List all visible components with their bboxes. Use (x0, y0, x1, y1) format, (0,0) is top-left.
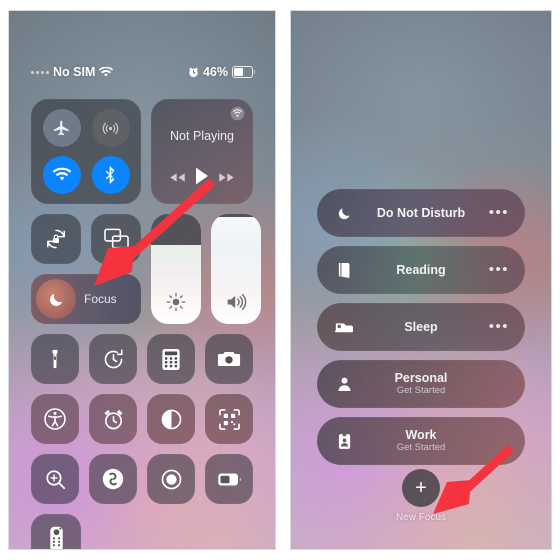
brightness-slider[interactable] (151, 214, 201, 324)
dark-mode-icon (161, 409, 181, 429)
moon-icon (333, 206, 355, 221)
qr-code-scanner-icon (218, 408, 240, 430)
alarm-button[interactable] (89, 394, 137, 444)
bed-icon (333, 320, 355, 334)
calculator-button[interactable] (147, 334, 195, 384)
signal-dots-icon (31, 70, 49, 74)
media-player-module[interactable]: Not Playing (151, 99, 253, 204)
new-focus-button[interactable]: + (402, 469, 440, 507)
control-center: Not Playing Focus (9, 99, 275, 549)
focus-row-sleep[interactable]: Sleep ••• (317, 303, 525, 351)
airplay-icon[interactable] (230, 106, 245, 121)
accessibility-button[interactable] (31, 394, 79, 444)
right-phone-screenshot: Do Not Disturb ••• Reading ••• Sleep •••… (290, 10, 552, 550)
focus-row-do-not-disturb[interactable]: Do Not Disturb ••• (317, 189, 525, 237)
focus-modes-list: Do Not Disturb ••• Reading ••• Sleep •••… (291, 189, 551, 474)
brightness-icon-wrap (151, 292, 201, 312)
focus-row-more-button[interactable]: ••• (489, 205, 509, 220)
shazam-icon (102, 468, 124, 490)
shortcut-row-4 (31, 514, 253, 549)
volume-icon (227, 293, 247, 311)
new-focus-group: + New Focus (291, 469, 551, 523)
shazam-button[interactable] (89, 454, 137, 504)
low-power-mode-icon (217, 473, 241, 485)
focus-row-work[interactable]: Work Get Started (317, 417, 525, 465)
toggle-row (31, 214, 141, 264)
low-power-mode-button[interactable] (205, 454, 253, 504)
left-phone-screenshot: No SIM 46% Not Playing Focus (8, 10, 276, 550)
bluetooth-icon (105, 165, 115, 184)
connectivity-module[interactable] (31, 99, 141, 204)
cellular-data-button[interactable] (91, 109, 130, 148)
qr-scanner-button[interactable] (205, 394, 253, 444)
timer-icon (104, 348, 123, 368)
fast-forward-button[interactable] (218, 170, 235, 188)
focus-row-more-button[interactable]: ••• (489, 319, 509, 334)
screen-mirroring-icon (103, 228, 129, 249)
rotation-lock-button[interactable] (31, 214, 81, 264)
focus-tile[interactable]: Focus (31, 274, 141, 324)
wifi-icon (99, 66, 114, 77)
magnifier-icon (45, 469, 65, 489)
magnifier-button[interactable] (31, 454, 79, 504)
bluetooth-button[interactable] (91, 155, 130, 194)
new-focus-label: New Focus (395, 512, 446, 523)
timer-button[interactable] (89, 334, 137, 384)
screen-mirroring-button[interactable] (91, 214, 141, 264)
brightness-icon (166, 292, 186, 312)
cc-left-column: Focus (31, 214, 141, 324)
media-transport-controls (151, 167, 253, 190)
moon-icon (49, 293, 62, 306)
focus-row-personal[interactable]: Personal Get Started (317, 360, 525, 408)
focus-orb (36, 279, 76, 319)
person-icon (333, 376, 355, 392)
volume-icon-wrap (211, 292, 261, 312)
rewind-button[interactable] (169, 170, 186, 188)
alarm-clock-icon (103, 409, 123, 429)
dark-mode-button[interactable] (147, 394, 195, 444)
focus-tile-label: Focus (84, 292, 117, 306)
battery-icon (232, 66, 256, 78)
book-icon (333, 262, 355, 279)
calculator-icon (162, 348, 180, 370)
status-bar: No SIM 46% (9, 61, 275, 83)
brightness-fill (151, 244, 201, 324)
camera-button[interactable] (205, 334, 253, 384)
focus-row-reading[interactable]: Reading ••• (317, 246, 525, 294)
screenshot-root: No SIM 46% Not Playing Focus Do Not Dist… (0, 0, 560, 560)
battery-percent-label: 46% (202, 65, 228, 79)
shortcut-row-2 (31, 394, 253, 444)
rotation-lock-icon (47, 229, 65, 249)
play-button[interactable] (195, 167, 209, 190)
shortcut-row-1 (31, 334, 253, 384)
camera-icon (217, 351, 241, 367)
rewind-icon (170, 172, 186, 182)
sliders-group (151, 214, 261, 324)
id-badge-icon (333, 432, 355, 450)
flashlight-icon (52, 349, 58, 369)
airplane-mode-icon (53, 120, 69, 135)
wifi-icon (52, 167, 71, 181)
screen-record-button[interactable] (147, 454, 195, 504)
flashlight-button[interactable] (31, 334, 79, 384)
apple-tv-remote-button[interactable] (31, 514, 81, 549)
fast-forward-icon (218, 172, 234, 182)
screen-record-icon (161, 469, 181, 489)
shortcut-row-3 (31, 454, 253, 504)
now-playing-label: Not Playing (170, 129, 234, 143)
cc-row-top: Not Playing (31, 99, 253, 204)
wifi-button[interactable] (42, 155, 81, 194)
carrier-label: No SIM (53, 65, 96, 79)
airplane-mode-button[interactable] (42, 109, 81, 148)
apple-tv-remote-icon (49, 526, 63, 549)
play-icon (195, 167, 208, 185)
cc-row-middle: Focus (31, 214, 261, 324)
cellular-data-icon (102, 122, 119, 134)
alarm-icon (189, 67, 198, 77)
accessibility-icon (44, 408, 66, 430)
volume-slider[interactable] (211, 214, 261, 324)
focus-row-more-button[interactable]: ••• (489, 262, 509, 277)
